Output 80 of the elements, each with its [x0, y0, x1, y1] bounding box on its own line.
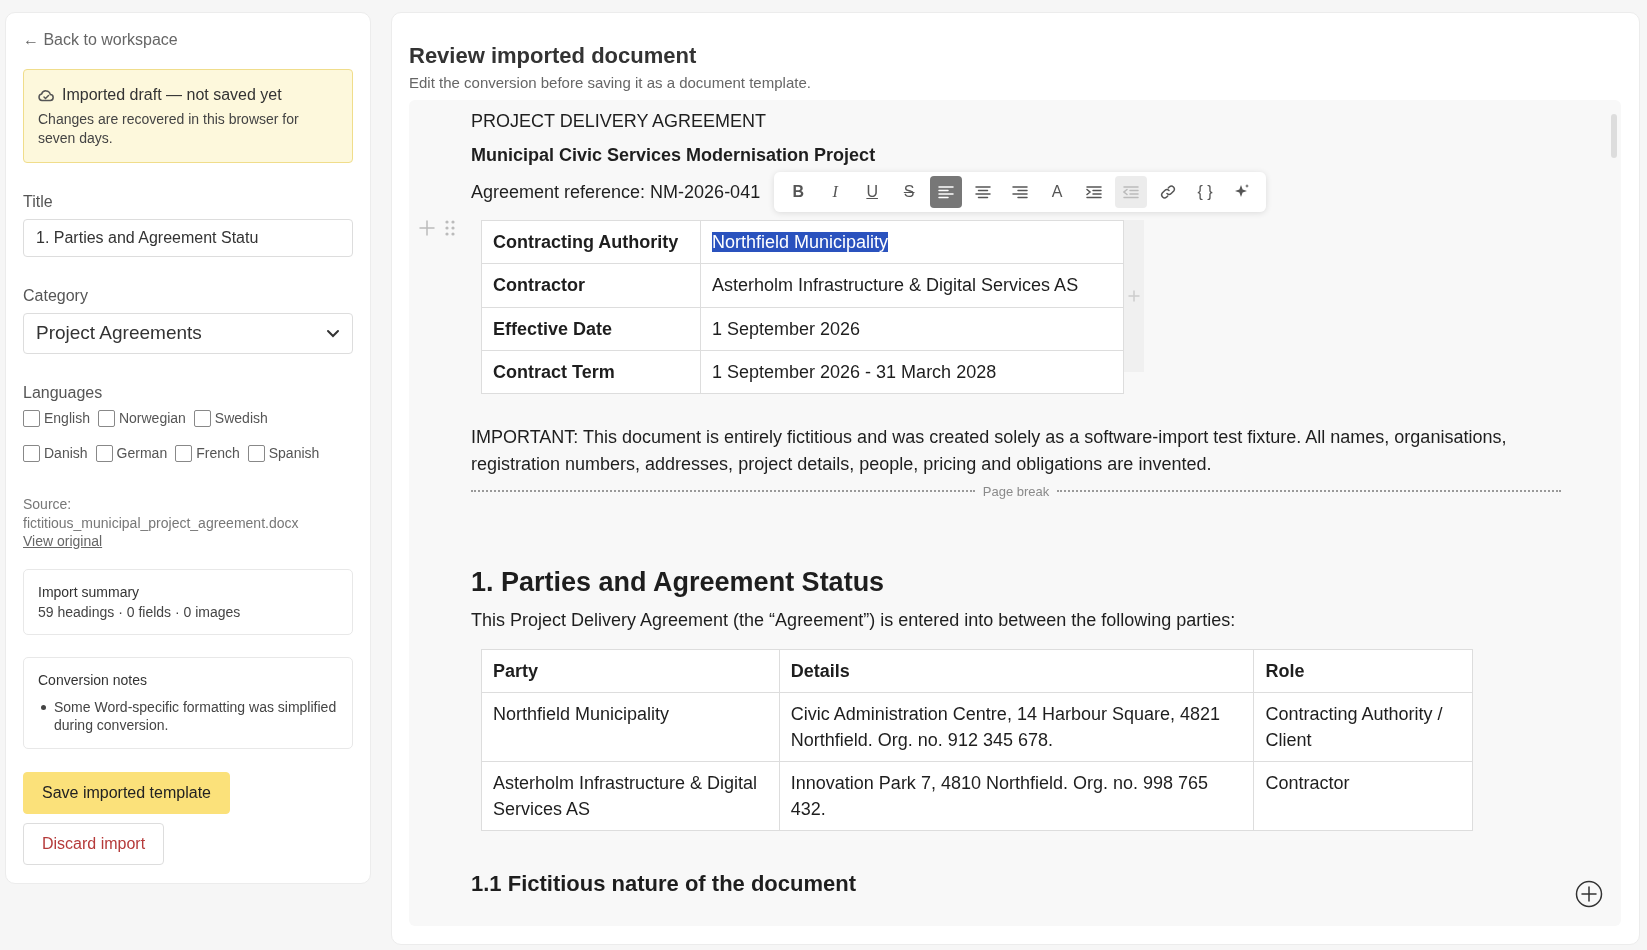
intro-paragraph: This Project Delivery Agreement (the “Agreement”) is entered into between the following parties: [471, 609, 1237, 631]
checkbox[interactable] [175, 444, 193, 462]
bullet-icon [41, 704, 46, 710]
add-circle-icon [1575, 880, 1603, 908]
checkbox[interactable] [23, 444, 40, 462]
category-select[interactable]: Project Agreements [23, 312, 353, 354]
indent-icon [1086, 185, 1103, 200]
checkbox-label: Swedish [214, 410, 268, 427]
table-cell: Contracting Authority / Client [1253, 692, 1473, 762]
checkbox-label: Norwegian [118, 410, 186, 427]
subsection-heading: 1.1 Fictitious nature of the document [471, 871, 858, 898]
table-cell: Contracting Authority [481, 220, 701, 264]
add-column-icon [1128, 290, 1140, 303]
view-original-link[interactable]: View original [23, 532, 103, 549]
drag-handle-icon [445, 220, 455, 237]
checkbox-label: Danish [44, 445, 88, 462]
color-button[interactable]: A [1041, 176, 1074, 209]
notice-title: Imported draft — not saved yet [62, 86, 282, 104]
chevron-down-icon [326, 328, 340, 338]
notice-text: Changes are recovered in this browser for seven days. [38, 110, 300, 148]
document-editor[interactable] [409, 100, 1621, 926]
table-cell: Effective Date [481, 307, 701, 351]
checkbox-label: Spanish [268, 445, 320, 462]
italic-button[interactable]: I [819, 176, 852, 209]
checkbox-label: English [44, 410, 90, 427]
cell-text: Northfield Municipality [712, 232, 889, 253]
checkbox-label: French [196, 445, 240, 462]
checkbox[interactable] [23, 409, 40, 427]
column-header: Details [779, 649, 1254, 693]
plus-icon [419, 220, 435, 237]
strike-button[interactable]: S [893, 176, 926, 209]
checkbox[interactable] [247, 444, 265, 462]
align-left-icon [938, 185, 955, 200]
notice-paragraph: IMPORTANT: This document is entirely fictitious and was created solely as a software-import test fixture. All names, organisations, registration numbers, addresses, project details, people, pricing and obligations are invented. [471, 425, 1508, 476]
page-title: Review imported document [409, 43, 698, 69]
link-icon [1160, 184, 1177, 201]
save-button[interactable]: Save imported template [23, 772, 230, 814]
page-break-label: Page break [982, 483, 1050, 499]
table-cell: Civic Administration Centre, 14 Harbour Square, 4821 Northfield. Org. no. 912 345 678. [779, 692, 1254, 762]
field-label: Category [23, 286, 89, 305]
outdent-icon [1123, 185, 1140, 200]
table-cell: Asterholm Infrastructure & Digital Services AS [481, 761, 780, 831]
column-header: Party [481, 649, 780, 693]
table-cell: Innovation Park 7, 4810 Northfield. Org. no. 998 765 432. [779, 761, 1254, 831]
checkbox[interactable] [193, 409, 211, 427]
underline-button[interactable]: U [856, 176, 889, 209]
discard-button[interactable]: Discard import [23, 823, 165, 865]
align-left-button[interactable] [930, 176, 963, 209]
cloud-check-icon [38, 88, 54, 102]
cell-text: 1 September 2026 - 31 March 2028 [712, 361, 997, 382]
field-label: Title [23, 192, 54, 211]
section-heading: 1. Parties and Agreement Status [471, 566, 886, 598]
page-subtitle: Edit the conversion before saving it as a document template. [409, 74, 812, 91]
checkbox[interactable] [97, 409, 115, 427]
letter-button[interactable]: B [782, 176, 815, 209]
card-title: Import summary [38, 583, 141, 600]
source-label: Source: [23, 494, 73, 514]
note-item: Some Word-specific formatting was simplified during conversion. [54, 697, 338, 734]
summary-text: 59 headings · 0 fields · 0 images [38, 603, 242, 620]
title-field[interactable]: 1. Parties and Agreement Statu [23, 218, 353, 257]
source-file: fictitious_municipal_project_agreement.docx [23, 513, 300, 533]
column-header: Role [1253, 649, 1473, 693]
code-button[interactable]: { } [1189, 176, 1222, 209]
cell-text: Asterholm Infrastructure & Digital Services AS [712, 275, 1079, 296]
table-cell: Contractor [1253, 761, 1473, 831]
table-cell: Contractor [481, 263, 701, 308]
card-title: Conversion notes [38, 671, 148, 688]
checkbox[interactable] [95, 444, 113, 462]
back-link[interactable]: ← Back to workspace [23, 31, 178, 49]
table-cell: Northfield Municipality [481, 692, 780, 762]
field-label: Languages [23, 383, 104, 402]
align-right-icon [1012, 185, 1029, 200]
reference-text: Agreement reference: NM-2026-041 [471, 181, 761, 205]
document-heading: PROJECT DELIVERY AGREEMENT [471, 110, 768, 133]
align-center-icon [975, 185, 992, 200]
table-cell: Contract Term [481, 350, 701, 394]
cell-text: 1 September 2026 [712, 318, 861, 339]
document-subheading: Municipal Civic Services Modernisation Project [471, 144, 877, 168]
checkbox-label: German [116, 445, 168, 462]
scrollbar-thumb[interactable] [1611, 114, 1617, 158]
